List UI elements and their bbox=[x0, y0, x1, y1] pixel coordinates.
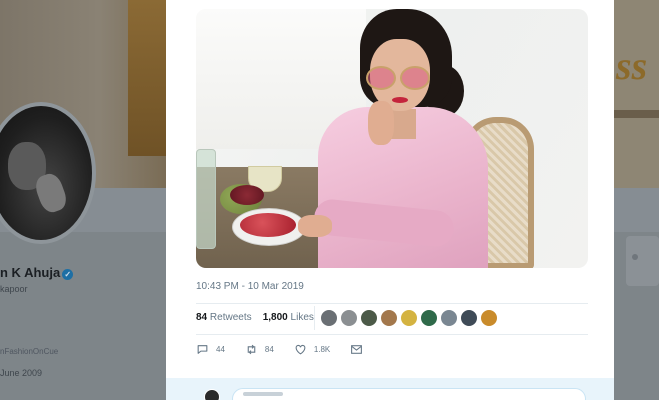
liker-avatar[interactable] bbox=[440, 309, 458, 327]
banner-strip bbox=[614, 110, 659, 118]
likes-count: 1,800 bbox=[262, 312, 288, 323]
photo-vase bbox=[196, 149, 216, 249]
photo-chin-hand bbox=[368, 101, 394, 145]
reply-button[interactable]: 44 bbox=[196, 343, 225, 356]
retweet-button[interactable]: 84 bbox=[245, 343, 274, 356]
like-button[interactable]: 1.8K bbox=[294, 343, 330, 356]
retweets-count: 84 bbox=[196, 312, 208, 323]
reply-input[interactable] bbox=[232, 388, 586, 400]
reply-placeholder bbox=[243, 392, 283, 396]
composer-avatar bbox=[204, 389, 220, 400]
liker-avatars bbox=[320, 309, 498, 327]
divider bbox=[196, 334, 588, 335]
photo-hand bbox=[298, 215, 332, 237]
liker-avatar[interactable] bbox=[360, 309, 378, 327]
liker-avatar[interactable] bbox=[420, 309, 438, 327]
liker-avatar[interactable] bbox=[460, 309, 478, 327]
divider bbox=[196, 303, 588, 304]
photo-lips bbox=[392, 97, 408, 103]
reply-composer-area bbox=[166, 378, 614, 400]
stats-separator bbox=[314, 306, 315, 330]
liker-avatar[interactable] bbox=[380, 309, 398, 327]
retweet-count: 84 bbox=[264, 345, 274, 354]
profile-website-link[interactable]: nFashionOnCue bbox=[0, 347, 58, 356]
banner-picture-frame bbox=[128, 0, 168, 156]
tweet-timestamp[interactable]: 10:43 PM - 10 Mar 2019 bbox=[196, 281, 304, 292]
reply-count: 44 bbox=[216, 345, 225, 354]
profile-nav-right bbox=[614, 188, 659, 232]
liker-avatar[interactable] bbox=[400, 309, 418, 327]
tweet-modal: 10:43 PM - 10 Mar 2019 84 Retweets 1,800… bbox=[166, 0, 614, 400]
like-icon bbox=[295, 344, 306, 355]
photo-sunglasses bbox=[366, 66, 432, 90]
likes-label: Likes bbox=[290, 312, 314, 323]
retweets-label: Retweets bbox=[209, 312, 252, 323]
tweet-photo[interactable] bbox=[196, 9, 588, 268]
verified-badge-icon: ✓ bbox=[62, 269, 74, 280]
photo-strawberries bbox=[240, 213, 296, 237]
photo-red-grapes bbox=[230, 185, 264, 205]
like-count: 1.8K bbox=[313, 345, 331, 354]
liker-avatar[interactable] bbox=[340, 309, 358, 327]
avatar-hand bbox=[32, 170, 70, 216]
likes-stat[interactable]: 1,800 Likes bbox=[263, 312, 314, 323]
profile-handle[interactable]: kapoor bbox=[0, 284, 28, 294]
direct-message-button[interactable] bbox=[350, 343, 370, 356]
profile-name[interactable]: n K Ahuja ✓ bbox=[0, 265, 74, 280]
liker-avatar[interactable] bbox=[480, 309, 498, 327]
sunglasses-lens-left bbox=[366, 66, 396, 90]
retweets-stat[interactable]: 84 Retweets bbox=[196, 312, 252, 323]
direct-message-icon bbox=[351, 345, 363, 354]
profile-name-text: n K Ahuja bbox=[0, 265, 61, 280]
sidebar-card bbox=[626, 236, 659, 286]
profile-joined-date: June 2009 bbox=[0, 368, 43, 378]
sunglasses-lens-right bbox=[400, 66, 430, 90]
retweet-icon bbox=[247, 344, 256, 355]
liker-avatar[interactable] bbox=[320, 309, 338, 327]
banner-lettering: ss bbox=[616, 43, 648, 88]
tweet-stats: 84 Retweets 1,800 Likes bbox=[196, 312, 314, 323]
reply-icon bbox=[197, 345, 208, 354]
header-banner-right bbox=[614, 0, 659, 188]
tweet-actions: 44 84 1.8K bbox=[196, 343, 390, 356]
